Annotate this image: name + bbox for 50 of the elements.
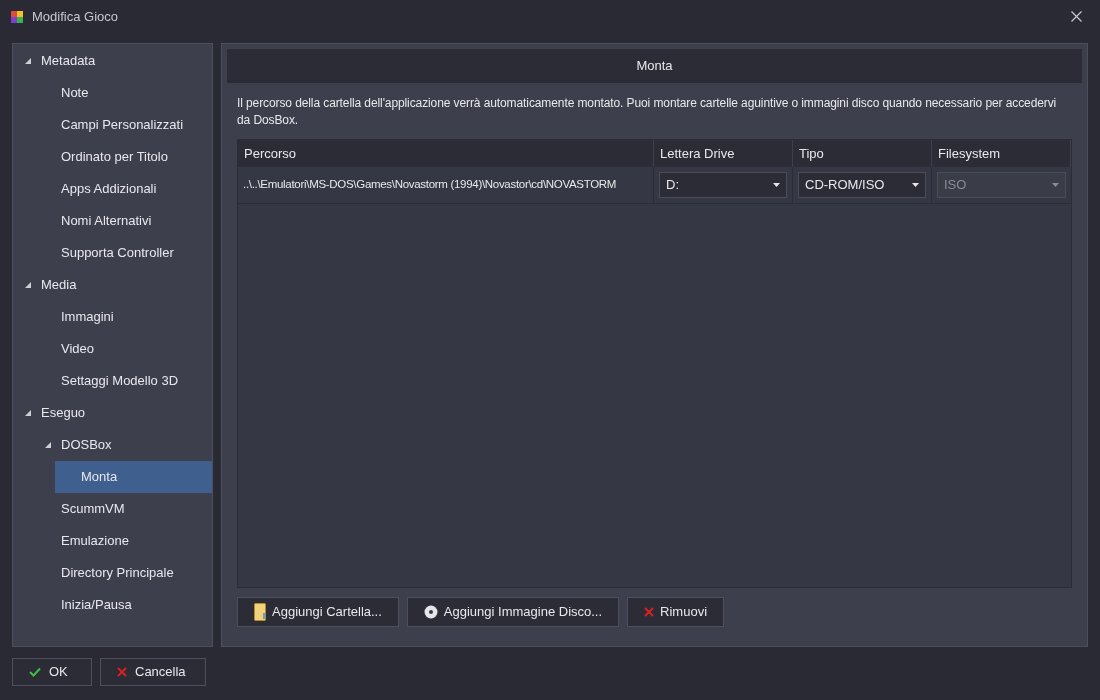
expand-arrow-icon[interactable] (25, 410, 31, 416)
cube-logo-icon (10, 9, 24, 24)
tree-item[interactable]: ScummVM (55, 493, 212, 525)
window-title: Modifica Gioco (32, 7, 119, 26)
tree-item[interactable]: Inizia/Pausa (55, 589, 212, 621)
dropdown-value: ISO (944, 176, 967, 195)
tree-item[interactable]: Immagini (55, 301, 212, 333)
check-icon (29, 667, 41, 677)
dialog-button[interactable]: OK (12, 658, 92, 686)
tree-item[interactable]: Directory Principale (55, 557, 212, 589)
expand-arrow-icon[interactable] (25, 282, 31, 288)
panel-header: Monta (227, 49, 1082, 83)
dropdown-value: D: (666, 176, 679, 195)
tree-item[interactable]: Settaggi Modello 3D (55, 365, 212, 397)
tree-item[interactable]: Eseguo (35, 397, 212, 429)
tree-item[interactable]: Metadata (35, 45, 212, 77)
column-header[interactable]: Lettera Drive (654, 140, 793, 167)
tree-item[interactable]: Note (55, 77, 212, 109)
caret-icon (773, 183, 780, 187)
close-icon (1070, 11, 1082, 22)
expand-arrow-icon[interactable] (25, 58, 31, 64)
caret-icon (912, 183, 919, 187)
dialog-button[interactable]: Cancella (100, 658, 206, 686)
expand-arrow-icon[interactable] (45, 442, 51, 448)
tree-item[interactable]: Apps Addizionali (55, 173, 212, 205)
folder-icon (254, 603, 266, 621)
tree-item[interactable]: Media (35, 269, 212, 301)
tree-item[interactable]: Video (55, 333, 212, 365)
table-cell: ..\..\Emulatori\MS-DOS\Games\Novastorm (1994)\Novastor\cd\NOVASTORM (238, 167, 654, 203)
tree-item[interactable]: Monta (55, 461, 212, 493)
action-button[interactable]: Aggiungi Immagine Disco... (406, 597, 620, 627)
cross-icon (644, 607, 655, 617)
description-text: Il percorso della cartella dell'applicazione verrà automaticamente montato. Puoi montare cartelle aguintive o immagini disco quando necessario per accedervi da DosBox. (237, 95, 1058, 129)
dropdown[interactable]: CD-ROM/ISO (798, 172, 926, 198)
tree-item[interactable]: DOSBox (55, 429, 212, 461)
caret-icon (1052, 183, 1059, 187)
column-header[interactable]: Percorso (238, 140, 654, 167)
column-header[interactable]: Filesystem (932, 140, 1071, 167)
tree-item[interactable]: Campi Personalizzati (55, 109, 212, 141)
dropdown-value: CD-ROM/ISO (805, 176, 885, 195)
cross-icon (117, 667, 127, 677)
tree-item[interactable]: Emulazione (55, 525, 212, 557)
tree-item[interactable]: Supporta Controller (55, 237, 212, 269)
disc-icon (423, 605, 438, 619)
tree-item[interactable]: Ordinato per Titolo (55, 141, 212, 173)
column-header[interactable]: Tipo (793, 140, 932, 167)
tree-item[interactable]: Nomi Alternativi (55, 205, 212, 237)
action-button[interactable]: Aggiungi Cartella... (237, 597, 399, 627)
action-button[interactable]: Rimuovi (627, 597, 725, 627)
dropdown[interactable]: D: (659, 172, 787, 198)
